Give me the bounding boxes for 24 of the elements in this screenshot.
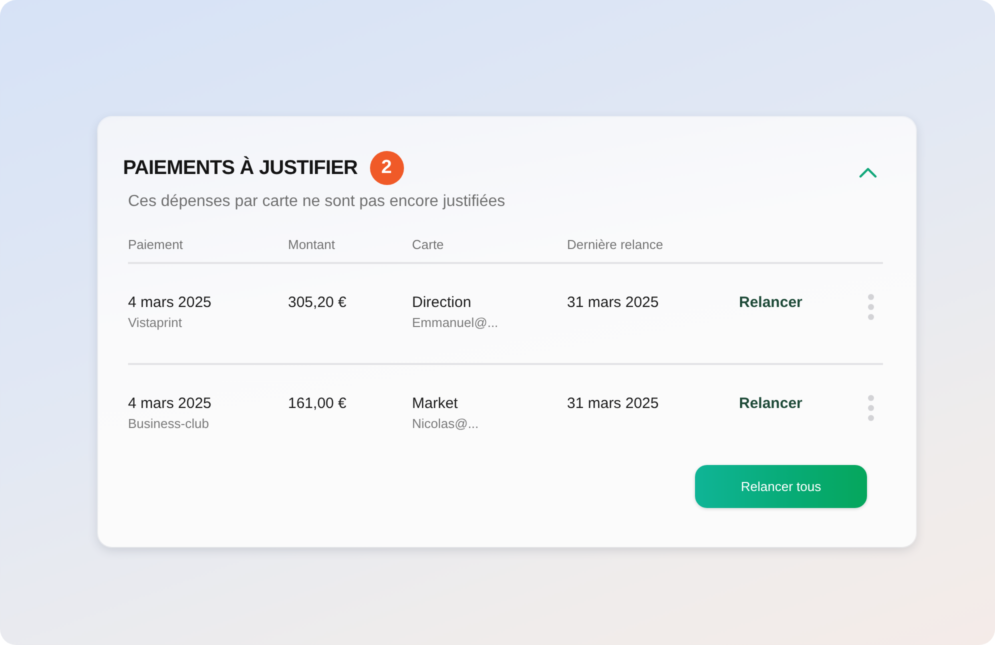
- amount: 305,20 €: [288, 294, 346, 312]
- card-name: Direction: [412, 294, 472, 312]
- payment-date: 4 mars 2025: [128, 395, 212, 413]
- card-holder: Emmanuel@...: [412, 315, 498, 331]
- card-holder: Nicolas@...: [412, 416, 479, 432]
- column-header: Dernière relance: [567, 237, 664, 253]
- column-header: Paiement: [128, 237, 184, 253]
- reminder-date: 31 mars 2025: [567, 395, 659, 413]
- kebab-menu-icon[interactable]: [868, 395, 874, 421]
- section-subtitle: Ces dépenses par carte ne sont pas encore justifiées: [128, 192, 506, 212]
- chevron-icon[interactable]: [859, 166, 877, 178]
- merchant-name: Business-club: [128, 416, 209, 432]
- merchant-name: Vistaprint: [128, 315, 182, 331]
- card-name: Market: [412, 395, 458, 413]
- count-badge: 2: [370, 151, 404, 185]
- kebab-menu-icon[interactable]: [868, 294, 874, 320]
- column-header: Montant: [288, 237, 336, 253]
- remind-link[interactable]: Relancer: [739, 395, 802, 413]
- amount: 161,00 €: [288, 395, 346, 413]
- section-title: PAIEMENTS À JUSTIFIER: [123, 156, 358, 180]
- remind-link[interactable]: Relancer: [739, 294, 802, 312]
- reminder-date: 31 mars 2025: [567, 294, 659, 312]
- column-header: Carte: [412, 237, 445, 253]
- payment-date: 4 mars 2025: [128, 294, 212, 312]
